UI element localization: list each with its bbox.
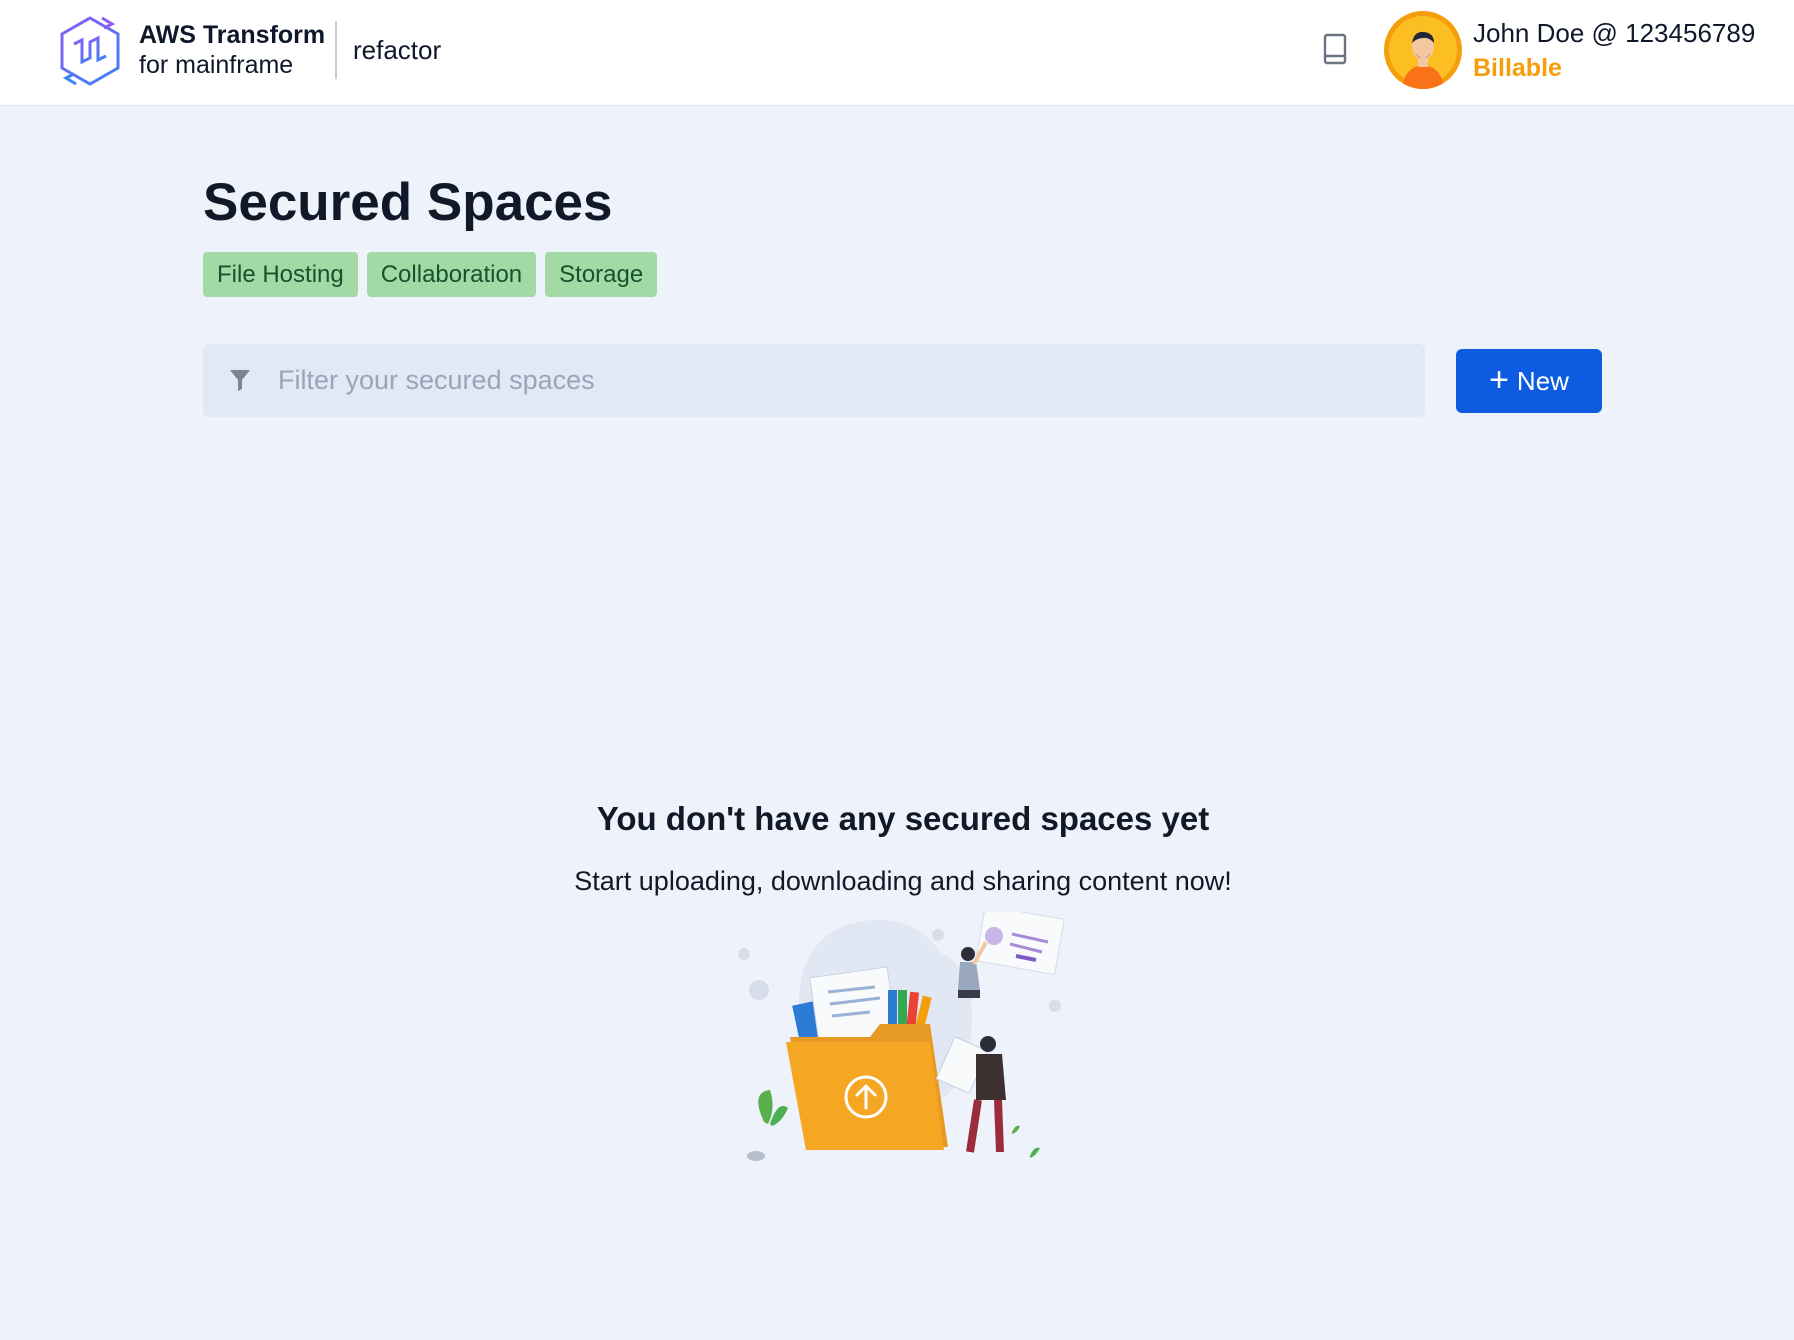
empty-state-subtitle: Start uploading, downloading and sharing… [574,866,1232,896]
billing-status: Billable [1473,54,1562,82]
aws-transform-logo-icon[interactable] [56,14,124,88]
empty-state-illustration [738,912,1065,1161]
avatar[interactable] [1384,11,1462,89]
top-bar: AWS Transform for mainframe refactor Joh… [0,0,1794,106]
brand-divider [335,21,337,79]
brand: AWS Transform for mainframe [139,20,325,80]
brand-subtitle: for mainframe [139,51,294,79]
new-space-label: New [1516,365,1569,396]
brand-title: AWS Transform [139,21,326,49]
empty-state-title: You don't have any secured spaces yet [596,800,1210,837]
product-name: refactor [353,35,442,65]
tag-list: File Hosting Collaboration Storage [203,252,658,297]
new-space-button[interactable]: + New [1456,349,1602,413]
tag-file-hosting: File Hosting [203,252,358,297]
tag-storage: Storage [545,252,658,297]
user-avatar-icon [1385,12,1461,89]
plus-icon: + [1489,360,1509,399]
filter-input[interactable] [278,344,1408,417]
user-name: John Doe @ 123456789 [1473,18,1756,48]
tag-collaboration: Collaboration [366,252,537,297]
filter-bar [203,344,1425,417]
page-title: Secured Spaces [203,173,613,232]
funnel-icon [230,370,250,391]
book-icon[interactable] [1318,30,1352,68]
